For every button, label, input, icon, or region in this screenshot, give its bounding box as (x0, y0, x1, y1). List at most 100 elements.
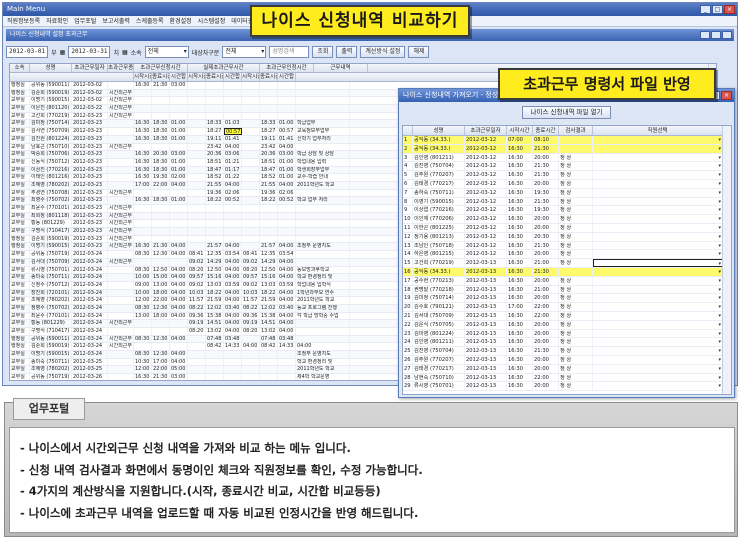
column-subheader[interactable]: 시간합 (278, 73, 296, 81)
staff-select[interactable] (593, 232, 723, 241)
staff-select[interactable] (593, 250, 723, 259)
staff-select[interactable] (593, 294, 723, 303)
table-row[interactable]: 12 정기용 (801213) 2012-03-12 16:30 20:30 정 상 (403, 232, 731, 242)
column-subheader[interactable]: 시작시간 (188, 73, 206, 81)
table-row[interactable]: 22 김운식 (750705) 2012-03-13 16:30 20:00 정 상 (403, 320, 731, 330)
table-row[interactable]: 26 김주원 (770207) 2012-03-13 16:30 20:00 정 상 (403, 355, 731, 365)
table-row[interactable]: 14 하은영 (801215) 2012-03-12 16:30 20:00 정 상 (403, 250, 731, 260)
staff-select[interactable] (593, 136, 723, 144)
staff-select[interactable] (593, 162, 723, 171)
menu-item[interactable]: 스케줄등록 (136, 16, 164, 26)
staff-select[interactable] (593, 197, 723, 206)
staff-select[interactable] (593, 223, 723, 232)
staff-select[interactable] (593, 153, 723, 162)
table-row[interactable]: 29 류시영 (750701) 2012-03-13 16:30 20:00 정 상 (403, 382, 731, 392)
staff-select[interactable] (593, 364, 723, 373)
calendar-icon[interactable]: ▦ (60, 49, 66, 56)
column-header[interactable]: 검사결과 (559, 126, 593, 135)
table-row[interactable]: 16 공익동 (34.33.) 2012-03-13 16:30 21:30 (403, 267, 731, 277)
maximize-icon[interactable]: □ (712, 5, 723, 14)
column-subheader[interactable]: 시작시간 (242, 73, 260, 81)
table-row[interactable]: 19 김미정 (750714) 2012-03-13 16:30 20:00 정 상 (403, 294, 731, 304)
menu-item[interactable]: 보고서출력 (102, 16, 130, 26)
staff-select[interactable] (593, 179, 723, 188)
menu-item[interactable]: 시스템설정 (198, 16, 226, 26)
table-row[interactable]: 6 김태경 (770217) 2012-03-12 16:30 20:00 정 상 (403, 179, 731, 189)
table-row[interactable]: 28 남현숙 (750710) 2012-03-13 16:30 22:00 정 상 (403, 373, 731, 383)
staff-select[interactable] (593, 144, 723, 153)
table-row[interactable]: 11 이한곤 (801225) 2012-03-12 16:30 20:00 정 상 (403, 223, 731, 233)
table-row[interactable]: 1 공익동 (34.33.) 2012-03-12 07:00 08:10 (403, 136, 731, 145)
close-icon[interactable]: × (721, 91, 732, 100)
column-header[interactable]: 초과근무종류 (108, 64, 134, 72)
staff-select[interactable] (593, 303, 723, 311)
staff-select[interactable] (593, 355, 723, 364)
table-row[interactable]: 13 조남인 (750718) 2012-03-12 16:30 21:30 정 상 (403, 241, 731, 251)
table-row[interactable]: 3 김인영 (801211) 2012-03-12 16:30 20:00 정 상 (403, 153, 731, 163)
table-row[interactable]: 21 김서대 (750709) 2012-03-13 16:30 22:00 정 상 (403, 311, 731, 321)
staff-select[interactable] (593, 188, 723, 197)
minimize-icon[interactable]: _ (700, 5, 711, 14)
table-row[interactable]: 4 김진영 (750704) 2012-03-12 16:30 21:30 정 상 (403, 162, 731, 172)
column-header[interactable]: 종료시간 (533, 126, 559, 135)
column-subheader[interactable]: 종료시간 (152, 73, 170, 81)
staff-select[interactable] (593, 171, 723, 179)
print-button[interactable]: 출력 (336, 46, 358, 58)
table-row[interactable]: 5 김주원 (770207) 2012-03-12 16:30 21:30 정 상 (403, 171, 731, 180)
staff-select[interactable] (593, 329, 723, 338)
close-icon[interactable]: × (724, 5, 735, 14)
table-row[interactable]: 15 고건희 (770219) 2012-03-13 16:30 21:00 정 상 (403, 259, 731, 268)
column-header[interactable]: 실제초과근무시간 (188, 64, 260, 72)
column-header[interactable]: 시작시간 (507, 126, 533, 135)
column-subheader[interactable]: 시간합 (170, 73, 188, 81)
menu-item[interactable]: 환경설정 (170, 16, 192, 26)
staff-select[interactable] (593, 259, 723, 267)
staff-select[interactable] (593, 311, 723, 320)
staff-select[interactable] (593, 373, 723, 382)
table-row[interactable]: 10 이인재 (770206) 2012-03-12 16:30 20:00 정 상 (403, 215, 731, 224)
table-row[interactable]: 17 공수현 (770213) 2012-03-13 16:30 20:00 정 상 (403, 276, 731, 286)
target-select[interactable]: 전체 (222, 46, 267, 58)
column-header[interactable]: 소속 (10, 64, 30, 72)
column-header[interactable] (403, 126, 413, 135)
staff-select[interactable] (593, 215, 723, 223)
column-header[interactable]: 초과근무일자 (72, 64, 108, 72)
staff-select[interactable] (593, 338, 723, 347)
column-subheader[interactable]: 시간합 (224, 73, 242, 81)
table-row[interactable]: 9 이상엽 (770216) 2012-03-12 16:30 19:30 정 상 (403, 206, 731, 216)
table-row[interactable]: 20 김수호 (790121) 2012-03-13 17:00 22:00 정 상 (403, 303, 731, 312)
table-row[interactable]: 24 김인영 (801211) 2012-03-13 16:30 20:00 정 상 (403, 338, 731, 348)
menu-item[interactable]: 업무포털 (74, 16, 96, 26)
column-header[interactable]: 성명 (30, 64, 72, 72)
table-row[interactable]: 25 김진영 (750704) 2012-03-13 16:30 21:30 정 상 (403, 347, 731, 356)
maximize-icon[interactable] (711, 31, 721, 39)
open-nice-file-button[interactable]: 나이스 신청내역 파일 열기 (521, 105, 612, 119)
staff-select[interactable] (593, 241, 723, 250)
column-header[interactable]: 근무내역 (314, 64, 368, 72)
table-row[interactable]: 8 이영기 (590015) 2012-03-12 16:30 21:30 정 상 (403, 197, 731, 207)
staff-select[interactable] (593, 320, 723, 329)
staff-select[interactable] (593, 206, 723, 215)
vertical-scrollbar[interactable] (722, 126, 731, 394)
calc-settings-button[interactable]: 계산방식 설정 (360, 46, 406, 58)
release-button[interactable]: 해제 (408, 46, 430, 58)
close-icon[interactable] (722, 31, 732, 39)
staff-select[interactable] (593, 276, 723, 285)
column-subheader[interactable]: 시작시간 (134, 73, 152, 81)
to-date-input[interactable]: 2012-03-31 (68, 46, 111, 58)
lookup-button[interactable]: 조회 (312, 46, 334, 58)
table-row[interactable]: 18 권명달 (770218) 2012-03-13 16:30 21:00 정 상 (403, 285, 731, 295)
column-header[interactable]: 직원선택 (593, 126, 723, 135)
table-row[interactable]: 27 김태경 (770217) 2012-03-13 16:30 20:00 정 상 (403, 364, 731, 374)
staff-select[interactable] (593, 285, 723, 294)
search-input[interactable]: 성명검색 (269, 46, 310, 58)
column-header[interactable]: 초과근무신청시간 (134, 64, 188, 72)
column-header[interactable]: 성명 (413, 126, 465, 135)
staff-select[interactable] (593, 347, 723, 355)
menu-item[interactable]: 자료확인 (46, 16, 68, 26)
from-date-input[interactable]: 2012-03-01 (6, 46, 49, 58)
column-header[interactable]: 초과근무일자 (465, 126, 507, 135)
staff-select[interactable] (593, 382, 723, 391)
menu-item[interactable]: 직원정보등록 (7, 16, 40, 26)
column-header[interactable]: 초과근무인정시간 (260, 64, 314, 72)
